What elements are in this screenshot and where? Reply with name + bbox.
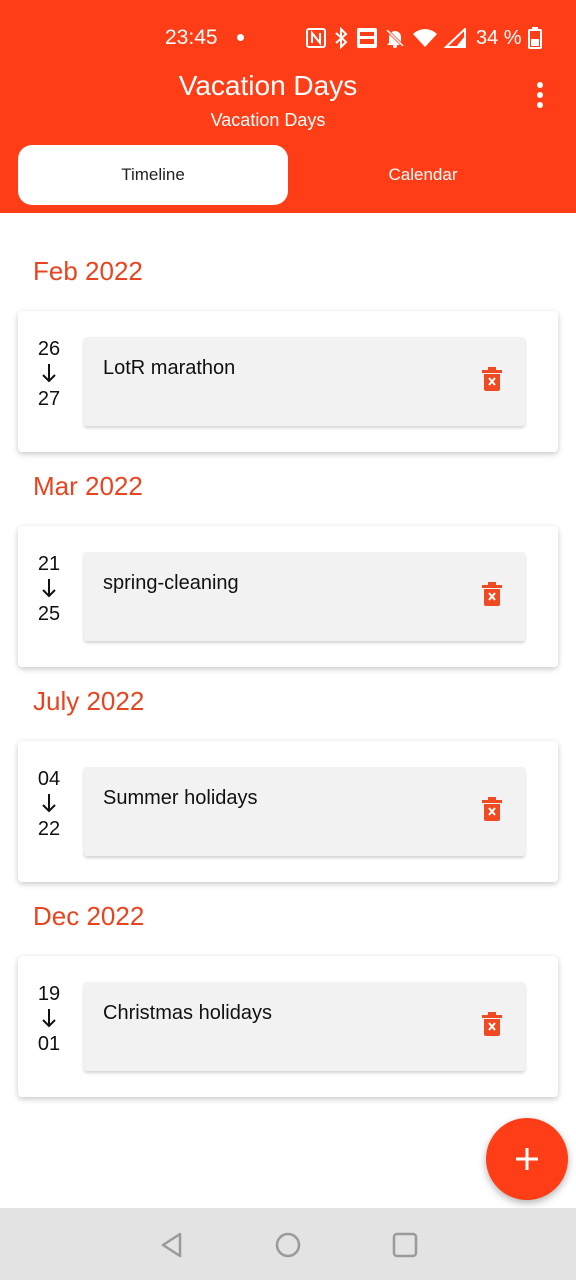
vacation-entry[interactable]: LotR marathon xyxy=(84,337,525,426)
recents-icon[interactable] xyxy=(390,1230,420,1260)
delete-icon[interactable] xyxy=(481,1011,503,1037)
start-day: 19 xyxy=(37,983,61,1005)
back-icon[interactable] xyxy=(157,1230,187,1260)
end-day: 27 xyxy=(37,388,61,410)
start-day: 21 xyxy=(37,553,61,575)
vacation-entry[interactable]: Summer holidays xyxy=(84,767,525,856)
plus-icon xyxy=(516,1148,538,1170)
month-heading: Mar 2022 xyxy=(33,471,143,501)
arrow-down-icon xyxy=(32,1008,66,1032)
tab-calendar[interactable]: Calendar xyxy=(288,145,558,205)
vacation-card: 19 01 Christmas holidays xyxy=(18,956,558,1097)
app-header: 23:45 34 % Vacation Days Vacation Days T… xyxy=(0,0,576,213)
nfc-icon xyxy=(306,28,326,48)
signal-icon xyxy=(444,28,466,48)
month-heading: July 2022 xyxy=(33,686,145,716)
arrow-down-icon xyxy=(32,793,66,817)
end-day: 01 xyxy=(37,1033,61,1055)
status-time: 23:45 xyxy=(165,26,218,49)
battery-percentage: 34 % xyxy=(476,26,522,49)
month-heading: Feb 2022 xyxy=(33,256,143,286)
end-day: 25 xyxy=(37,603,61,625)
arrow-down-icon xyxy=(32,578,66,602)
vacation-entry[interactable]: spring-cleaning xyxy=(84,552,525,641)
volte-icon xyxy=(357,28,377,48)
arrow-down-icon xyxy=(32,363,66,387)
end-day: 22 xyxy=(37,818,61,840)
date-range: 04 22 xyxy=(32,767,66,841)
mute-icon xyxy=(385,28,405,48)
vacation-title: spring-cleaning xyxy=(103,572,239,594)
app-subtitle: Vacation Days xyxy=(210,110,326,130)
vacation-title: Summer holidays xyxy=(103,787,258,809)
vacation-card: 21 25 spring-cleaning xyxy=(18,526,558,667)
start-day: 26 xyxy=(37,338,61,360)
tab-timeline[interactable]: Timeline xyxy=(18,145,288,205)
start-day: 04 xyxy=(37,768,61,790)
delete-icon[interactable] xyxy=(481,796,503,822)
date-range: 26 27 xyxy=(32,337,66,411)
add-vacation-button[interactable] xyxy=(486,1118,568,1200)
date-range: 21 25 xyxy=(32,552,66,626)
home-icon[interactable] xyxy=(273,1230,303,1260)
date-range: 19 01 xyxy=(32,982,66,1056)
vacation-entry[interactable]: Christmas holidays xyxy=(84,982,525,1071)
status-bar: 23:45 34 % xyxy=(0,0,576,76)
bluetooth-icon xyxy=(335,27,348,49)
wifi-icon xyxy=(413,29,437,47)
month-heading: Dec 2022 xyxy=(33,901,145,931)
app-title: Vacation Days xyxy=(178,70,358,101)
tab-bar: Timeline Calendar xyxy=(18,145,558,205)
vacation-card: 04 22 Summer holidays xyxy=(18,741,558,882)
delete-icon[interactable] xyxy=(481,366,503,392)
notification-dot xyxy=(237,34,244,41)
system-nav-bar xyxy=(0,1208,576,1280)
vacation-title: Christmas holidays xyxy=(103,1002,272,1024)
more-vert-icon[interactable] xyxy=(526,80,554,110)
delete-icon[interactable] xyxy=(481,581,503,607)
battery-icon xyxy=(527,27,542,49)
status-icons: 34 % xyxy=(306,24,542,52)
vacation-title: LotR marathon xyxy=(103,357,236,379)
vacation-card: 26 27 LotR marathon xyxy=(18,311,558,452)
